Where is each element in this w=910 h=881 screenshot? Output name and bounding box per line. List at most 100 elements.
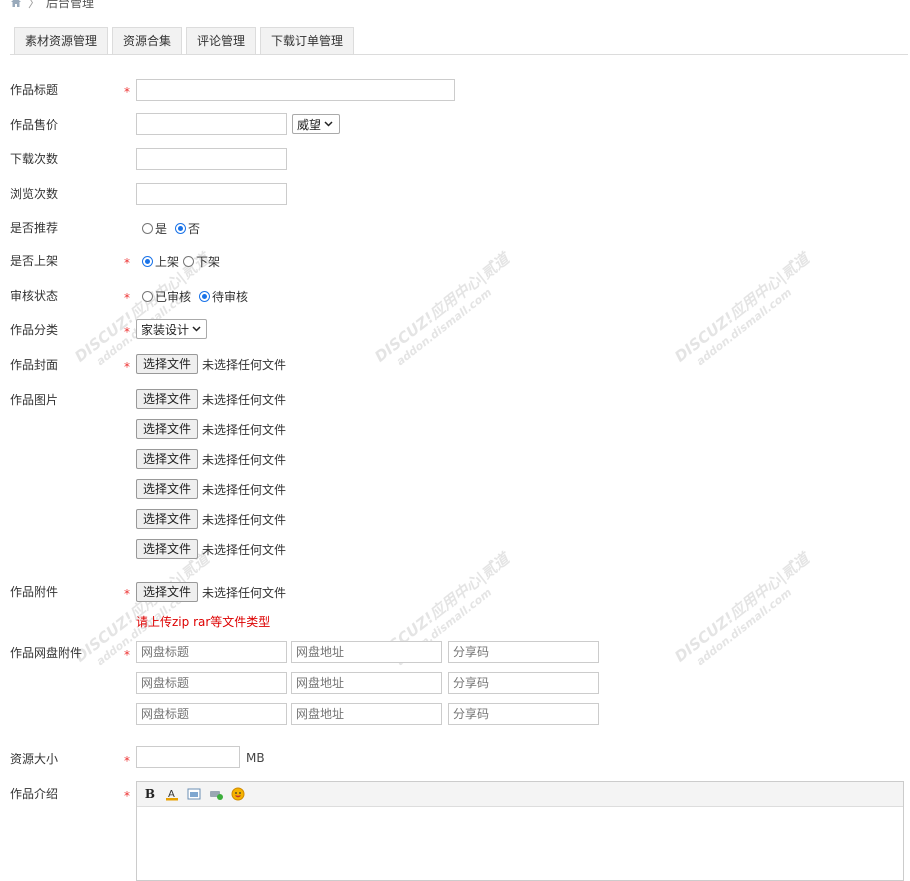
required-mark: * (124, 754, 130, 768)
image-file-input: 选择文件 未选择任何文件 (136, 389, 286, 409)
tab-material-resources[interactable]: 素材资源管理 (14, 27, 109, 54)
required-mark: * (124, 587, 130, 601)
netdisk-code-input[interactable] (448, 672, 599, 694)
required-mark: * (124, 291, 130, 305)
breadcrumb-separator: 〉 (28, 0, 41, 10)
image-choose-file-button[interactable]: 选择文件 (136, 539, 199, 559)
file-status: 未选择任何文件 (202, 357, 287, 372)
tab-divider (10, 54, 908, 55)
image-choose-file-button[interactable]: 选择文件 (136, 449, 199, 469)
listed-label: 是否上架 (10, 254, 59, 268)
image-choose-file-button[interactable]: 选择文件 (136, 509, 199, 529)
editor-toolbar: B A (137, 782, 903, 807)
link-icon[interactable] (209, 787, 223, 801)
netdisk-title-input[interactable] (136, 641, 287, 663)
attachment-file-input: 选择文件 未选择任何文件 (136, 582, 286, 602)
image-file-input: 选择文件 未选择任何文件 (136, 449, 286, 469)
font-color-icon[interactable]: A (165, 787, 179, 801)
size-input[interactable] (136, 746, 240, 768)
tab-download-orders[interactable]: 下载订单管理 (260, 27, 355, 54)
currency-select[interactable]: 威望 (292, 114, 340, 134)
netdisk-code-input[interactable] (448, 703, 599, 725)
cover-label: 作品封面 (10, 358, 59, 372)
tab-resource-collection[interactable]: 资源合集 (112, 27, 183, 54)
emoji-icon[interactable] (231, 787, 245, 801)
breadcrumb-current: 后台管理 (46, 0, 95, 10)
bold-icon[interactable]: B (143, 787, 157, 801)
netdisk-url-input[interactable] (291, 703, 442, 725)
required-mark: * (124, 325, 130, 339)
image-icon[interactable] (187, 787, 201, 801)
recommend-yes-radio[interactable] (142, 223, 153, 234)
images-label: 作品图片 (10, 393, 59, 407)
chevron-down-icon (192, 326, 201, 332)
review-pending-radio[interactable] (199, 291, 211, 302)
image-file-input: 选择文件 未选择任何文件 (136, 479, 286, 499)
home-icon[interactable] (10, 0, 22, 8)
required-mark: * (124, 648, 130, 662)
attachment-label: 作品附件 (10, 585, 59, 599)
category-label: 作品分类 (10, 323, 59, 337)
review-approved-radio[interactable] (142, 291, 153, 302)
review-pending-label: 待审核 (212, 290, 249, 304)
netdisk-label: 作品网盘附件 (10, 646, 83, 660)
file-status: 未选择任何文件 (202, 542, 287, 557)
cover-file-input: 选择文件 未选择任何文件 (136, 354, 286, 374)
views-input[interactable] (136, 183, 287, 205)
file-status: 未选择任何文件 (202, 392, 287, 407)
currency-value: 威望 (297, 117, 322, 132)
category-select[interactable]: 家装设计 (136, 319, 207, 339)
tab-comment-management[interactable]: 评论管理 (186, 27, 257, 54)
downloads-input[interactable] (136, 148, 287, 170)
intro-label: 作品介绍 (10, 787, 59, 801)
category-value: 家装设计 (141, 322, 190, 337)
size-unit: MB (246, 751, 265, 765)
breadcrumb: 〉 后台管理 (10, 0, 94, 10)
file-status: 未选择任何文件 (202, 585, 287, 600)
image-file-input: 选择文件 未选择任何文件 (136, 419, 286, 439)
netdisk-title-input[interactable] (136, 672, 287, 694)
attachment-choose-file-button[interactable]: 选择文件 (136, 582, 199, 602)
recommend-no-radio[interactable] (175, 223, 187, 234)
rich-text-editor[interactable]: B A (136, 781, 904, 881)
listed-on-radio[interactable] (142, 256, 153, 267)
netdisk-url-input[interactable] (291, 672, 442, 694)
price-label: 作品售价 (10, 118, 59, 132)
netdisk-url-input[interactable] (291, 641, 442, 663)
downloads-label: 下载次数 (10, 152, 59, 166)
file-status: 未选择任何文件 (202, 452, 287, 467)
recommend-no-label: 否 (188, 222, 201, 236)
title-label: 作品标题 (10, 83, 59, 97)
chevron-down-icon (324, 121, 333, 127)
image-choose-file-button[interactable]: 选择文件 (136, 479, 199, 499)
netdisk-code-input[interactable] (448, 641, 599, 663)
attachment-hint: 请上传zip rar等文件类型 (136, 615, 271, 629)
file-status: 未选择任何文件 (202, 482, 287, 497)
image-file-input: 选择文件 未选择任何文件 (136, 509, 286, 529)
recommend-radio-group: 是 否 (142, 220, 200, 237)
netdisk-title-input[interactable] (136, 703, 287, 725)
listed-off-label: 下架 (196, 255, 221, 269)
required-mark: * (124, 360, 130, 374)
price-input[interactable] (136, 113, 287, 135)
file-status: 未选择任何文件 (202, 422, 287, 437)
title-input[interactable] (136, 79, 455, 101)
required-mark: * (124, 85, 130, 99)
image-file-input: 选择文件 未选择任何文件 (136, 539, 286, 559)
cover-choose-file-button[interactable]: 选择文件 (136, 354, 199, 374)
required-mark: * (124, 789, 130, 803)
listed-radio-group: 上架 下架 (142, 253, 220, 270)
file-status: 未选择任何文件 (202, 512, 287, 527)
required-mark: * (124, 256, 130, 270)
review-label: 审核状态 (10, 289, 59, 303)
views-label: 浏览次数 (10, 187, 59, 201)
tab-bar: 素材资源管理 资源合集 评论管理 下载订单管理 (14, 27, 355, 54)
review-radio-group: 已审核 待审核 (142, 288, 248, 305)
size-label: 资源大小 (10, 752, 59, 766)
recommend-yes-label: 是 (155, 222, 168, 236)
review-approved-label: 已审核 (155, 290, 192, 304)
image-choose-file-button[interactable]: 选择文件 (136, 419, 199, 439)
recommend-label: 是否推荐 (10, 221, 59, 235)
listed-off-radio[interactable] (183, 256, 195, 267)
image-choose-file-button[interactable]: 选择文件 (136, 389, 199, 409)
